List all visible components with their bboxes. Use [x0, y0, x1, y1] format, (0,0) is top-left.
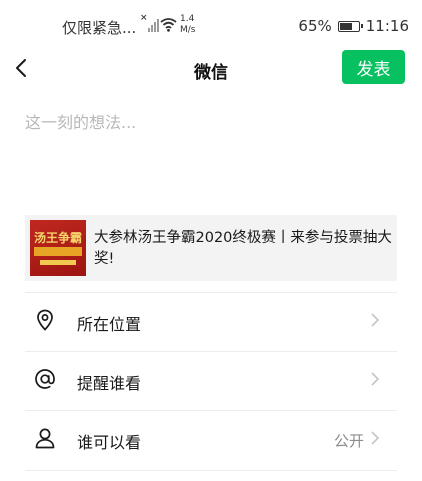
signal-icon: × [140, 13, 162, 34]
battery-icon [337, 20, 363, 32]
carrier-text: 仅限紧急... [62, 19, 137, 37]
thought-input[interactable] [25, 104, 395, 199]
at-sign-icon [35, 369, 55, 389]
moments-compose-screen: 仅限紧急... × 1.4 M/s 65% 11:16 微信 发表 这一刻的想法… [0, 0, 422, 481]
thumbnail-strip [40, 260, 76, 265]
nav-bar: 微信 发表 [0, 46, 422, 92]
visibility-value: 公开 [333, 432, 364, 450]
person-icon [35, 428, 55, 449]
promo-thumbnail: 汤王争霸 [30, 220, 86, 276]
shared-link-card[interactable]: 汤王争霸 大参林汤王争霸2020终极赛丨来参与投票抽大奖! [25, 215, 397, 281]
divider [25, 470, 397, 471]
chevron-right-icon [371, 431, 380, 445]
wifi-icon [160, 18, 177, 32]
visibility-label: 谁可以看 [77, 433, 142, 452]
mention-label: 提醒谁看 [77, 374, 142, 393]
post-button[interactable]: 发表 [342, 50, 405, 84]
status-bar: 仅限紧急... × 1.4 M/s 65% 11:16 [0, 0, 422, 50]
network-speed: 1.4 M/s [180, 14, 204, 36]
location-label: 所在位置 [77, 315, 142, 334]
link-card-title: 大参林汤王争霸2020终极赛丨来参与投票抽大奖! [94, 230, 392, 267]
speed-value: 1.4 [180, 14, 195, 24]
location-row[interactable]: 所在位置 [0, 292, 422, 350]
chevron-right-icon [371, 313, 380, 327]
thumbnail-banner [34, 247, 82, 256]
divider [25, 351, 397, 352]
battery-percent: 65% [298, 17, 332, 35]
divider [25, 410, 397, 411]
visibility-row[interactable]: 谁可以看 公开 [0, 410, 422, 468]
mention-row[interactable]: 提醒谁看 [0, 351, 422, 409]
chevron-right-icon [371, 372, 380, 386]
location-pin-icon [37, 309, 53, 331]
divider [25, 292, 397, 293]
status-right: 65% 11:16 [298, 17, 409, 35]
clock: 11:16 [365, 17, 409, 35]
thumbnail-logo: 汤王争霸 [34, 231, 83, 245]
speed-unit: M/s [180, 25, 196, 35]
